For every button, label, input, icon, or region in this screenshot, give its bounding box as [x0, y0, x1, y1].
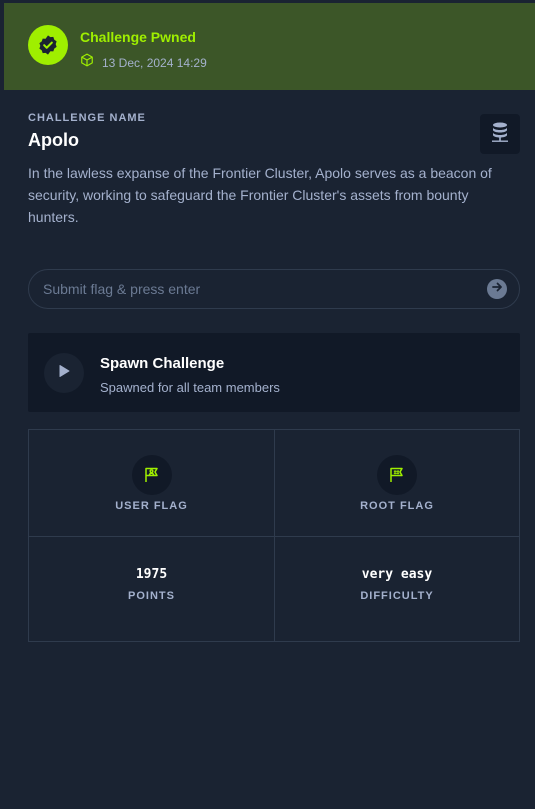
- challenge-panel: Challenge Pwned 13 Dec, 2024 14:29 CHALL…: [4, 0, 535, 809]
- challenge-name-label: CHALLENGE NAME: [28, 112, 146, 124]
- challenge-description: In the lawless expanse of the Frontier C…: [28, 165, 492, 225]
- banner-date-row: 13 Dec, 2024 14:29: [80, 53, 207, 72]
- root-flag-label: ROOT FLAG: [360, 500, 434, 512]
- spawn-title: Spawn Challenge: [100, 355, 225, 372]
- submit-flag-button[interactable]: [487, 279, 507, 299]
- pwned-banner: Challenge Pwned 13 Dec, 2024 14:29: [4, 3, 535, 90]
- challenge-title: Apolo: [28, 130, 79, 150]
- cube-icon: [80, 53, 94, 72]
- points-value: 1975: [135, 567, 168, 582]
- banner-status: Challenge Pwned: [80, 29, 196, 45]
- database-icon: [490, 121, 510, 148]
- flag-input[interactable]: [43, 270, 473, 308]
- points-cell: 1975 POINTS: [29, 537, 275, 641]
- spawn-subtitle: Spawned for all team members: [100, 380, 280, 395]
- points-label: POINTS: [128, 590, 175, 602]
- user-flag-cell[interactable]: USER FLAG: [29, 430, 275, 537]
- user-flag-label: USER FLAG: [115, 500, 188, 512]
- difficulty-value: very easy: [361, 567, 433, 582]
- arrow-right-icon: [491, 280, 503, 298]
- banner-date: 13 Dec, 2024 14:29: [102, 55, 207, 70]
- verified-check-icon: [28, 25, 68, 65]
- stats-grid: USER FLAG ROOT FLAG 1975 POINTS very eas…: [28, 429, 520, 642]
- play-icon: [58, 364, 70, 383]
- spawn-play-button[interactable]: [44, 353, 84, 393]
- difficulty-cell: very easy DIFFICULTY: [275, 537, 519, 641]
- database-button[interactable]: [480, 114, 520, 154]
- root-flag-icon: [377, 455, 417, 495]
- user-flag-icon: [131, 455, 172, 495]
- difficulty-label: DIFFICULTY: [360, 590, 434, 602]
- spawn-challenge-card: Spawn Challenge Spawned for all team mem…: [28, 333, 520, 412]
- root-flag-cell[interactable]: ROOT FLAG: [275, 430, 519, 537]
- flag-input-container: [28, 269, 520, 309]
